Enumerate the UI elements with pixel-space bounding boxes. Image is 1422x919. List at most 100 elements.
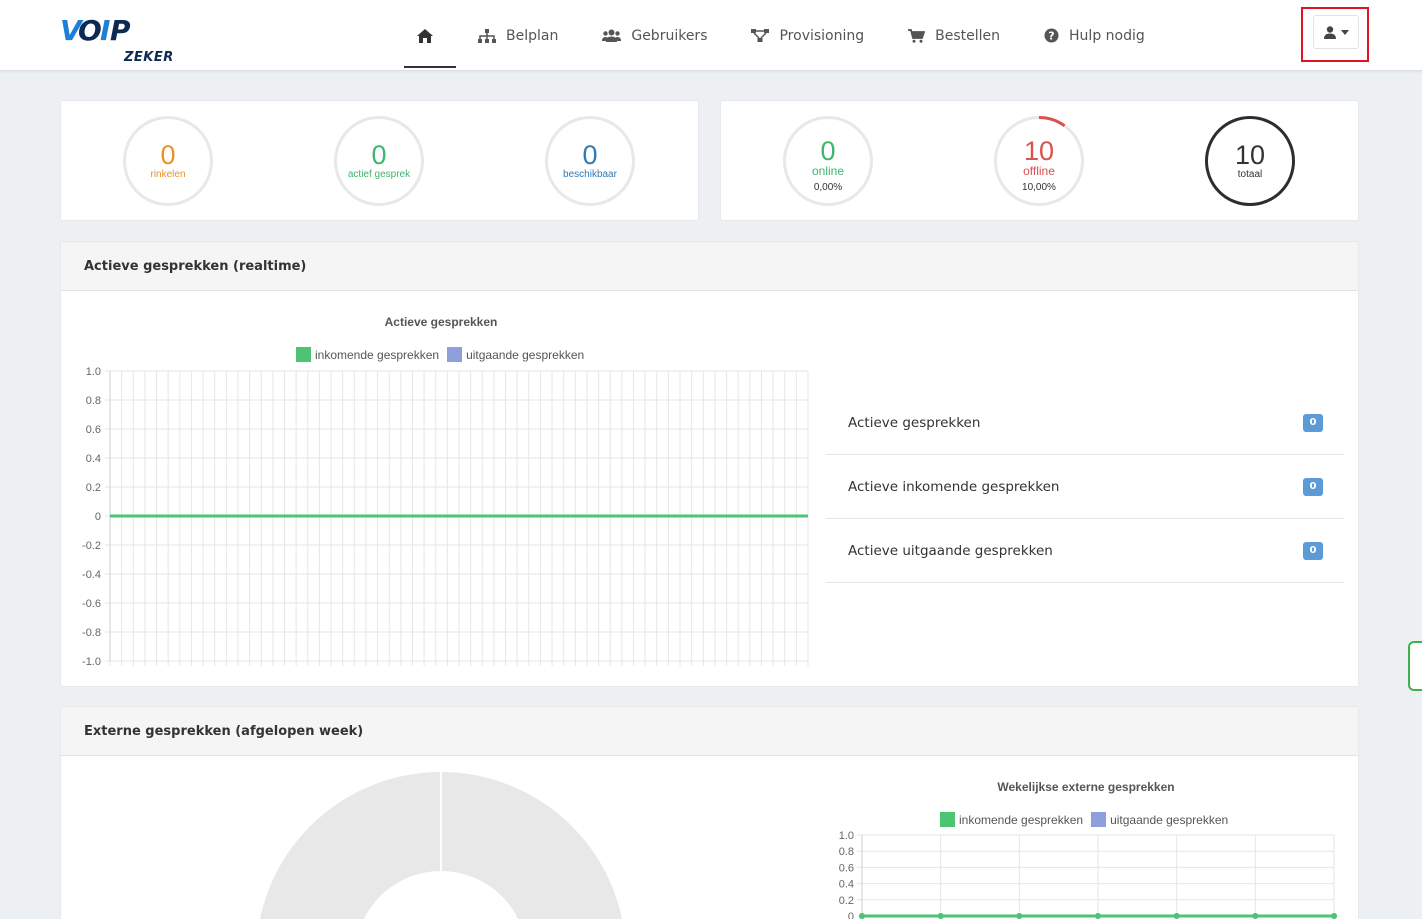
data-point [1173, 913, 1180, 919]
y-tick-label: 0 [848, 911, 854, 919]
weekly-chart-title: Wekelijkse externe gesprekken [997, 780, 1175, 794]
y-tick-label: -0.8 [82, 627, 101, 639]
nav-gebruikers[interactable]: Gebruikers [580, 18, 729, 54]
y-tick-label: 0.4 [839, 879, 854, 891]
device-status-card: 0 online 0,00% 10 offline 10,00% 10 tota… [720, 100, 1359, 221]
svg-text:P: P [110, 14, 131, 47]
network-icon [751, 28, 770, 42]
weekly-legend-outgoing[interactable]: uitgaande gesprekken [1091, 812, 1228, 827]
realtime-stats-list: Actieve gesprekken 0 Actieve inkomende g… [826, 391, 1344, 583]
legend-incoming[interactable]: inkomende gesprekken [296, 347, 439, 362]
sitemap-icon [478, 28, 496, 43]
realtime-chart-title: Actieve gesprekken [384, 315, 498, 329]
y-tick-label: 0.4 [86, 453, 101, 465]
offline-progress-arc [1038, 116, 1066, 128]
active-calls-badge: 0 [1303, 413, 1323, 432]
legend-swatch-incoming [296, 347, 311, 362]
active-incoming-label: Actieve inkomende gesprekken [848, 478, 1060, 495]
cart-icon [908, 28, 926, 43]
user-menu-button[interactable] [1313, 15, 1359, 49]
list-item-active-calls: Actieve gesprekken 0 [826, 391, 1344, 455]
weekly-legend-incoming-label: inkomende gesprekken [959, 812, 1084, 827]
nav-home[interactable] [404, 18, 456, 68]
legend-outgoing[interactable]: uitgaande gesprekken [447, 347, 584, 362]
data-point [1016, 913, 1023, 919]
stat-active-call: 0 actief gesprek [334, 116, 424, 206]
stat-available-label: beschikbaar [563, 168, 617, 180]
weekly-line-chart: 1.0 0.8 0.6 0.4 0.2 0 [839, 830, 1337, 919]
stat-active-label: actief gesprek [347, 168, 411, 180]
realtime-line-chart: 1.0 0.8 0.6 0.4 0.2 0 -0.2 -0.4 -0.6 -0.8 -1.0 [82, 366, 809, 668]
y-tick-label: 1.0 [839, 830, 854, 842]
stat-ringing: 0 rinkelen [123, 116, 213, 206]
nav-hulp[interactable]: ? Hulp nodig [1022, 18, 1167, 54]
data-point [859, 913, 865, 919]
nav-provisioning-label: Provisioning [779, 27, 865, 44]
stat-available: 0 beschikbaar [545, 116, 635, 206]
y-tick-label: -0.4 [82, 569, 101, 581]
nav-belplan-label: Belplan [506, 27, 559, 44]
main-nav: Belplan Gebruikers Provisioning Bestelle… [404, 0, 1167, 71]
stat-offline: 10 offline 10,00% [994, 116, 1084, 206]
y-tick-label: 0.2 [86, 482, 101, 494]
home-icon [417, 28, 433, 43]
users-icon [602, 29, 622, 42]
y-tick-label: 0.6 [86, 424, 101, 436]
stat-ringing-label: rinkelen [150, 168, 186, 180]
nav-bestellen-label: Bestellen [935, 27, 1001, 44]
legend-outgoing-label: uitgaande gesprekken [466, 347, 585, 362]
weekly-legend-swatch-incoming [940, 812, 955, 827]
call-status-card: 0 rinkelen 0 actief gesprek 0 beschikbaa… [60, 100, 699, 221]
weekly-chart-legend: inkomende gesprekken uitgaande gesprekke… [940, 812, 1236, 827]
list-item-active-incoming: Actieve inkomende gesprekken 0 [826, 455, 1344, 519]
data-point [937, 913, 944, 919]
y-tick-label: -0.6 [82, 598, 101, 610]
doughnut-segment-right [440, 771, 625, 919]
nav-gebruikers-label: Gebruikers [631, 27, 708, 44]
stat-ringing-value: 0 [160, 139, 176, 170]
y-tick-label: 0 [95, 511, 101, 523]
weekly-legend-outgoing-label: uitgaande gesprekken [1110, 812, 1229, 827]
realtime-panel-heading: Actieve gesprekken (realtime) [61, 242, 1358, 291]
svg-text:?: ? [1048, 30, 1054, 43]
nav-bestellen[interactable]: Bestellen [886, 18, 1022, 54]
nav-hulp-label: Hulp nodig [1069, 27, 1145, 44]
stat-online-value: 0 [820, 135, 836, 166]
user-icon [1324, 25, 1336, 39]
side-feedback-widget[interactable] [1408, 641, 1422, 691]
realtime-chart-legend: inkomende gesprekken uitgaande gesprekke… [296, 347, 592, 362]
stat-total-value: 10 [1234, 139, 1266, 170]
stat-available-value: 0 [582, 139, 598, 170]
y-tick-label: 0.8 [839, 846, 854, 858]
y-tick-label: -0.2 [82, 540, 101, 552]
y-tick-label: 0.6 [839, 862, 854, 874]
active-incoming-badge: 0 [1303, 477, 1323, 496]
top-navbar: V O I P ZEKER Belplan Gebruikers Provisi… [0, 0, 1422, 71]
active-outgoing-badge: 0 [1303, 541, 1323, 560]
stat-total: 10 totaal [1205, 116, 1295, 206]
legend-swatch-outgoing [447, 347, 463, 362]
brand-logo[interactable]: V O I P ZEKER [60, 14, 185, 65]
list-item-active-outgoing: Actieve uitgaande gesprekken 0 [826, 519, 1344, 583]
stat-total-label: totaal [1237, 168, 1263, 180]
data-point [1331, 913, 1337, 919]
question-circle-icon: ? [1044, 28, 1059, 43]
nav-belplan[interactable]: Belplan [456, 18, 580, 54]
y-tick-label: 1.0 [86, 366, 101, 378]
weekly-panel-heading: Externe gesprekken (afgelopen week) [61, 707, 1358, 756]
svg-text:I: I [100, 14, 110, 47]
weekly-legend-swatch-outgoing [1091, 812, 1107, 827]
stat-online: 0 online 0,00% [783, 116, 873, 206]
weekly-doughnut-chart [257, 771, 625, 919]
voip-logo-icon: V O I P [60, 14, 131, 47]
weekly-legend-incoming[interactable]: inkomende gesprekken [940, 812, 1083, 827]
data-point [1095, 913, 1101, 919]
svg-text:O: O [78, 14, 102, 47]
stat-active-value: 0 [371, 139, 387, 170]
legend-incoming-label: inkomende gesprekken [315, 347, 440, 362]
active-calls-label: Actieve gesprekken [848, 414, 981, 431]
nav-provisioning[interactable]: Provisioning [729, 18, 886, 54]
active-outgoing-label: Actieve uitgaande gesprekken [848, 542, 1053, 559]
data-point [1252, 913, 1259, 919]
y-tick-label: -1.0 [82, 656, 101, 668]
